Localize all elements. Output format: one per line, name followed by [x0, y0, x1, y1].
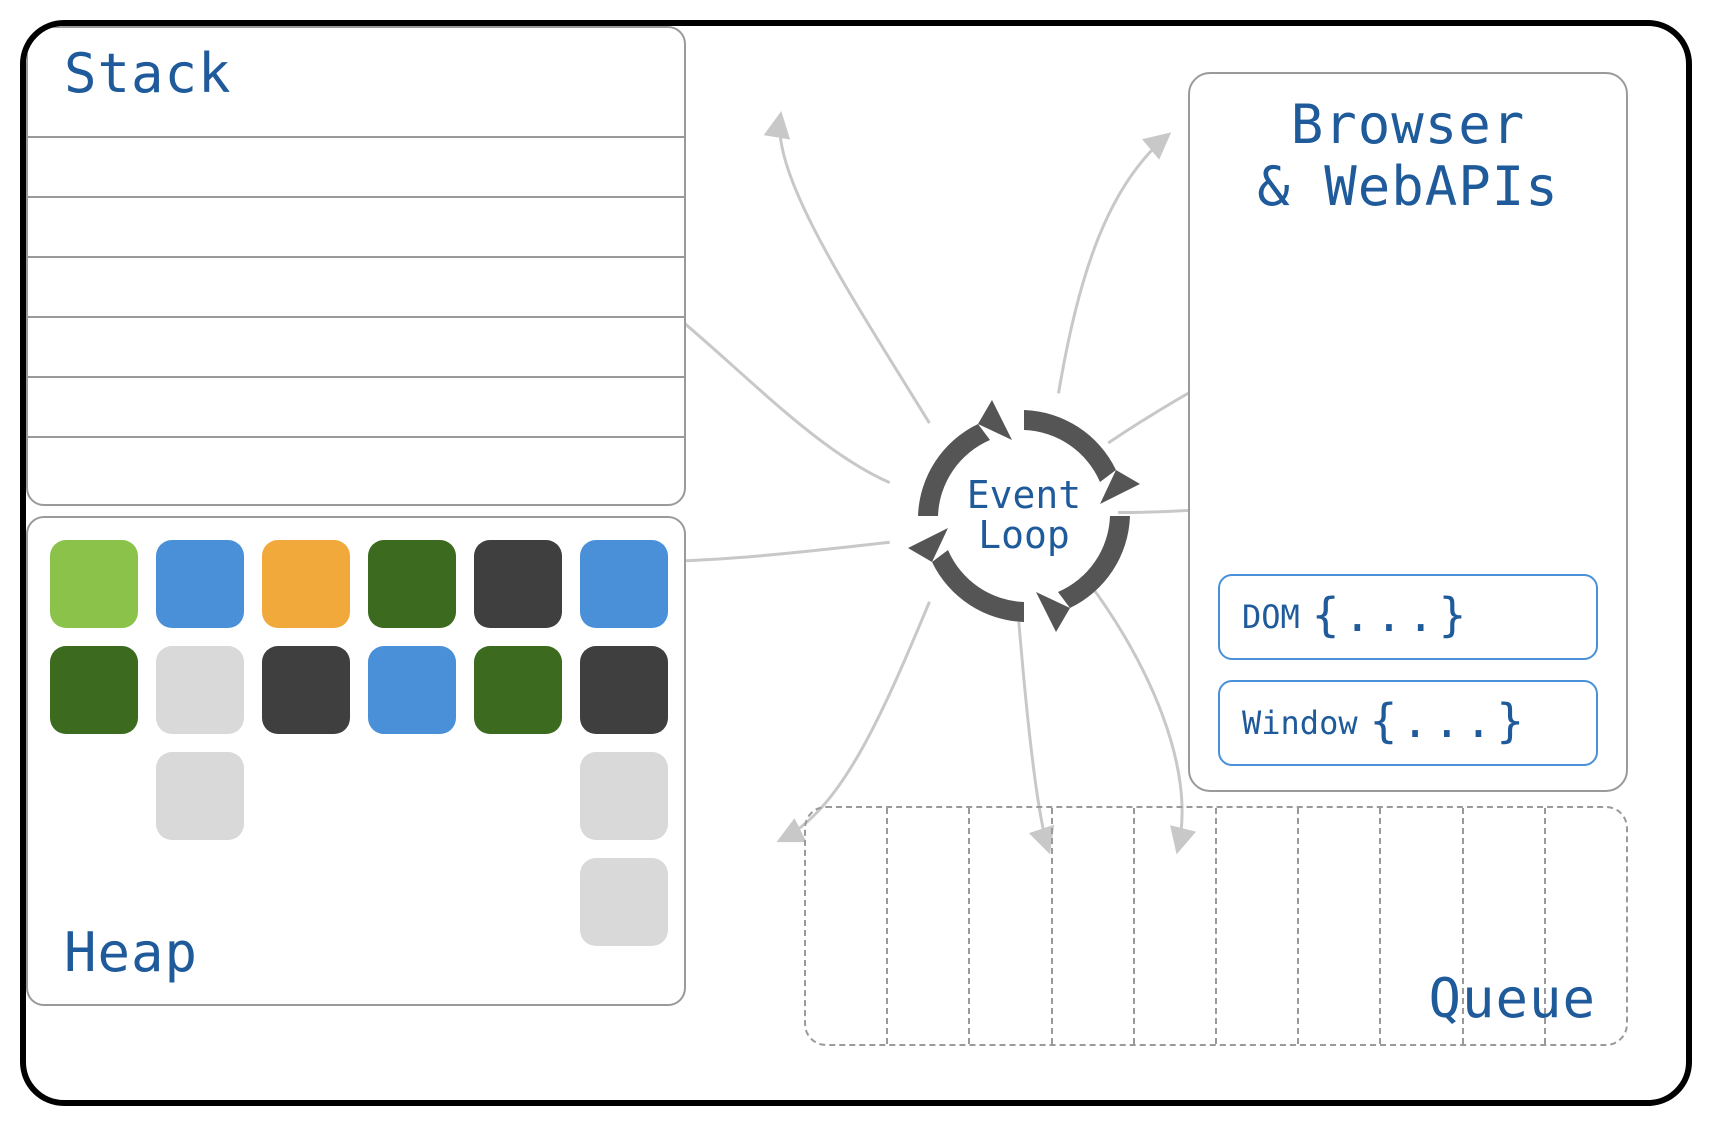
heap-chip [156, 752, 244, 840]
heap-chip [580, 752, 668, 840]
braces-icon: {...} [1370, 694, 1528, 748]
queue-slot [888, 808, 970, 1044]
queue-slot [1299, 808, 1381, 1044]
browser-webapis-panel: Browser & WebAPIs DOM {...} Window {...} [1188, 72, 1628, 792]
stack-row [28, 136, 684, 196]
left-column: Stack [26, 26, 686, 1006]
stack-rows [28, 136, 684, 504]
queue-slot [1053, 808, 1135, 1044]
stack-panel: Stack [26, 26, 686, 506]
heap-chip [262, 646, 350, 734]
browser-webapis-title: Browser & WebAPIs [1190, 94, 1626, 218]
heap-chip [474, 646, 562, 734]
stack-row [28, 256, 684, 316]
stack-row [28, 196, 684, 256]
heap-chip [580, 858, 668, 946]
queue-title: Queue [1428, 967, 1596, 1030]
heap-grid [50, 540, 662, 946]
api-item-label: Window [1242, 704, 1358, 742]
api-item-dom: DOM {...} [1218, 574, 1598, 660]
stack-row [28, 316, 684, 376]
heap-chip [50, 646, 138, 734]
stack-title: Stack [64, 42, 232, 105]
heap-chip [580, 646, 668, 734]
api-items: DOM {...} Window {...} [1218, 554, 1598, 766]
heap-chip [368, 646, 456, 734]
stack-row [28, 376, 684, 436]
event-loop-line2: Loop [978, 516, 1070, 556]
diagram-frame: Stack [20, 20, 1692, 1106]
heap-chip [156, 540, 244, 628]
api-item-label: DOM [1242, 598, 1300, 636]
queue-slot [806, 808, 888, 1044]
heap-chip [50, 540, 138, 628]
queue-slot [1217, 808, 1299, 1044]
browser-title-line2: & WebAPIs [1190, 156, 1626, 218]
event-loop: Event Loop [904, 396, 1144, 636]
queue-slot [970, 808, 1052, 1044]
heap-chip [262, 540, 350, 628]
heap-chip [156, 646, 244, 734]
heap-chip [368, 540, 456, 628]
event-loop-line1: Event [967, 476, 1081, 516]
heap-chip [474, 540, 562, 628]
heap-panel: Heap [26, 516, 686, 1006]
api-item-window: Window {...} [1218, 680, 1598, 766]
queue-slot [1135, 808, 1217, 1044]
stack-row [28, 436, 684, 496]
browser-title-line1: Browser [1190, 94, 1626, 156]
heap-chip [580, 540, 668, 628]
heap-title: Heap [64, 921, 198, 984]
braces-icon: {...} [1312, 588, 1470, 642]
event-loop-label: Event Loop [904, 396, 1144, 636]
